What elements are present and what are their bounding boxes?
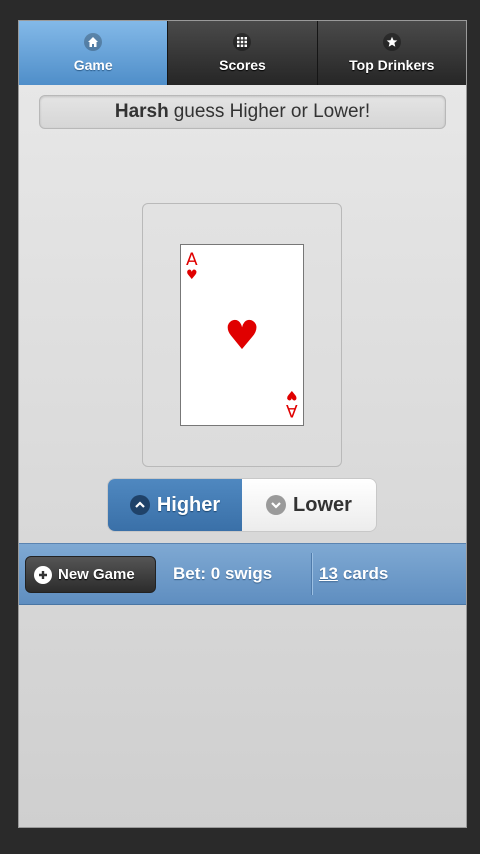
higher-lower-control: Higher Lower	[107, 478, 377, 532]
lower-button[interactable]: Lower	[242, 479, 376, 531]
card-rank: A	[286, 400, 298, 420]
lower-label: Lower	[293, 493, 352, 516]
card-corner-top: A ♥	[186, 250, 198, 283]
guess-prompt: Harsh guess Higher or Lower!	[39, 95, 446, 129]
tab-scores-label: Scores	[219, 57, 266, 73]
heart-icon: ♥	[286, 387, 298, 402]
prompt-message: guess Higher or Lower!	[173, 101, 371, 122]
bet-text: Bet: 0 swigs	[173, 564, 273, 583]
home-icon	[84, 33, 103, 51]
tab-top-drinkers-label: Top Drinkers	[349, 57, 435, 73]
card-panel: A ♥ ♥ A ♥	[142, 203, 342, 467]
plus-icon	[34, 565, 52, 584]
tab-bar: Game Scores Top Drinkers	[19, 21, 466, 85]
player-name: Harsh	[114, 101, 169, 122]
heart-icon: ♥	[186, 268, 198, 283]
cards-remaining[interactable]: 13 cards	[319, 544, 388, 604]
tab-game[interactable]: Game	[19, 21, 169, 85]
cards-suffix: cards	[342, 564, 389, 583]
bottom-toolbar: New Game Bet: 0 swigs 13 cards	[19, 543, 466, 605]
cards-count: 13	[319, 564, 338, 583]
chevron-down-icon	[266, 495, 287, 515]
card-rank: A	[186, 250, 198, 270]
tab-top-drinkers[interactable]: Top Drinkers	[317, 21, 466, 85]
chevron-up-icon	[129, 495, 150, 515]
higher-label: Higher	[156, 493, 221, 516]
card-corner-bottom: A ♥	[286, 387, 298, 420]
toolbar-divider	[311, 553, 313, 595]
higher-button[interactable]: Higher	[108, 479, 242, 531]
new-game-label: New Game	[58, 566, 135, 583]
grid-icon	[233, 33, 252, 51]
heart-icon: ♥	[224, 313, 260, 359]
tab-scores[interactable]: Scores	[168, 21, 318, 85]
star-icon	[382, 33, 401, 51]
new-game-button[interactable]: New Game	[25, 556, 156, 593]
playing-card: A ♥ ♥ A ♥	[180, 244, 304, 426]
tab-game-label: Game	[73, 57, 113, 73]
app-frame: Game Scores Top Drinkers Harsh guess Hig…	[18, 20, 467, 828]
